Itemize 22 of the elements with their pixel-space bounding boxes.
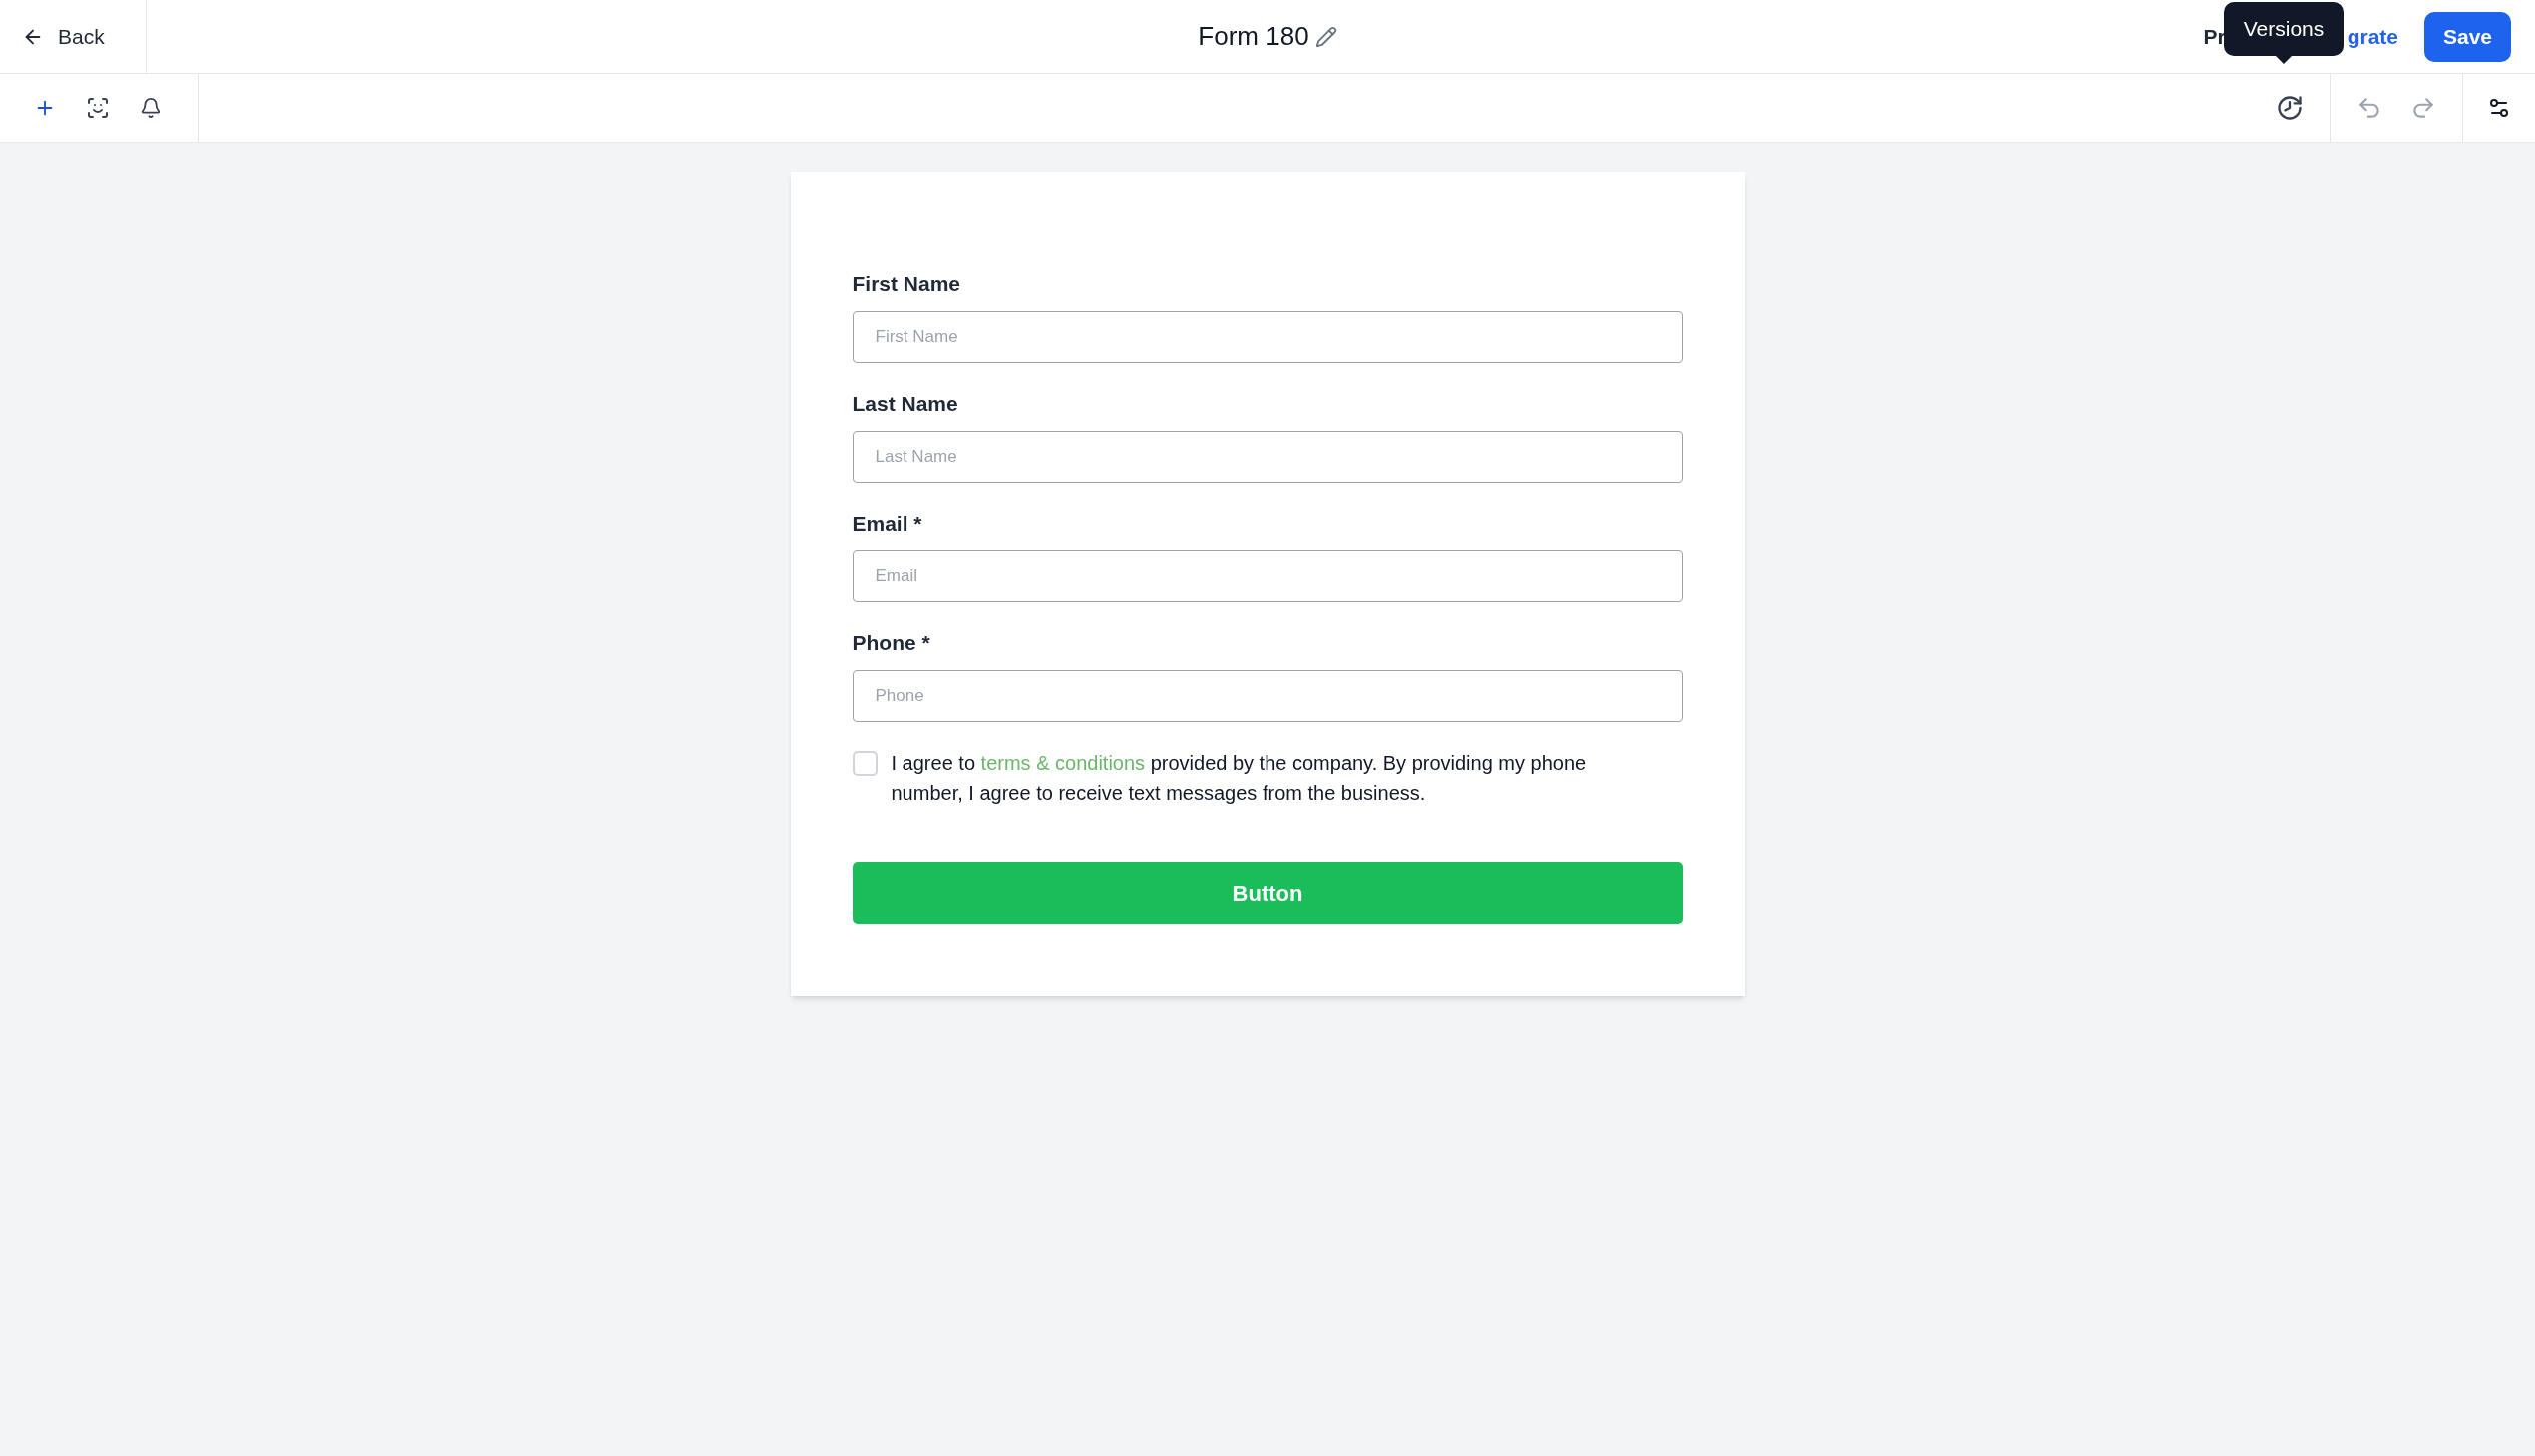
preview-link[interactable]: Pr — [2203, 20, 2226, 53]
consent-checkbox[interactable] — [852, 751, 878, 776]
form-title: Form 180 — [1198, 20, 1309, 53]
integrate-link[interactable]: grate — [2347, 20, 2398, 53]
settings-icon[interactable] — [2487, 96, 2511, 120]
history-icon[interactable] — [2276, 94, 2304, 122]
field-label: Phone * — [852, 630, 931, 656]
bell-icon[interactable] — [140, 97, 162, 119]
input-field[interactable]: Last Name — [852, 431, 1683, 483]
input-field[interactable]: First Name — [852, 311, 1683, 363]
input-field[interactable]: Email — [852, 550, 1683, 602]
pencil-icon[interactable] — [1314, 25, 1337, 48]
scan-icon[interactable] — [86, 96, 110, 120]
field-label: First Name — [852, 271, 962, 297]
field-label: Last Name — [852, 391, 959, 417]
versions-tooltip: Versions — [2224, 2, 2344, 56]
back-button[interactable]: Back — [0, 0, 147, 73]
save-button[interactable]: Save — [2424, 11, 2511, 62]
input-field[interactable]: Phone — [852, 670, 1683, 722]
consent-text: I agree to terms & conditions provided by the company. By providing my phone number, I agree to receive text messages from the business. — [891, 751, 1588, 806]
tooltip-pointer — [2276, 56, 2292, 64]
field-label: Email * — [852, 511, 923, 537]
